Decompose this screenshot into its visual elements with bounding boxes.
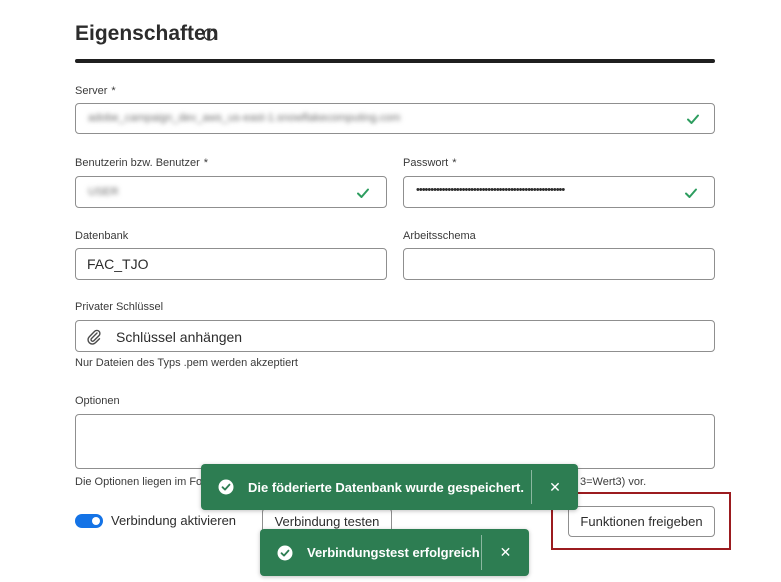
paperclip-icon	[87, 329, 101, 345]
valid-check-icon	[687, 114, 699, 124]
valid-check-icon	[357, 188, 369, 198]
schema-label: Arbeitsschema	[403, 230, 476, 242]
attach-key-label: Schlüssel anhängen	[116, 329, 243, 345]
server-value: adobe_campaign_dev_aws_us-east-1.snowfla…	[88, 112, 401, 124]
password-label: Passwort *	[403, 157, 457, 169]
database-field[interactable]: FAC_TJO	[75, 248, 387, 280]
schema-field[interactable]	[403, 248, 715, 280]
database-value: FAC_TJO	[87, 256, 149, 272]
password-value: ••••••••••••••••••••••••••••••••••••••••…	[416, 184, 565, 196]
close-icon[interactable]: ✕	[482, 529, 529, 576]
private-key-label: Privater Schlüssel	[75, 301, 164, 313]
toast-saved: Die föderierte Datenbank wurde gespeiche…	[201, 464, 578, 510]
header-divider	[75, 59, 715, 63]
private-key-hint: Nur Dateien des Typs .pem werden akzepti…	[75, 357, 298, 369]
close-icon[interactable]: ✕	[532, 464, 578, 510]
enable-connection-toggle[interactable]	[75, 514, 103, 528]
check-circle-icon	[277, 545, 293, 560]
enable-functions-button[interactable]: Funktionen freigeben	[568, 506, 715, 537]
check-circle-icon	[218, 479, 234, 495]
info-icon[interactable]	[203, 28, 216, 41]
server-label: Server *	[75, 85, 116, 97]
attach-key-button[interactable]: Schlüssel anhängen	[75, 320, 715, 352]
user-label: Benutzerin bzw. Benutzer *	[75, 157, 209, 169]
server-field[interactable]: adobe_campaign_dev_aws_us-east-1.snowfla…	[75, 103, 715, 134]
database-label: Datenbank	[75, 230, 129, 242]
toast-saved-message: Die föderierte Datenbank wurde gespeiche…	[248, 479, 524, 495]
valid-check-icon	[685, 188, 697, 198]
options-textarea[interactable]	[75, 414, 715, 469]
options-hint-end: 3=Wert3) vor.	[580, 476, 647, 488]
toast-test-success: Verbindungstest erfolgreich ✕	[260, 529, 529, 576]
password-field[interactable]: ••••••••••••••••••••••••••••••••••••••••…	[403, 176, 715, 208]
user-value: USER	[88, 186, 119, 198]
page-title: Eigenschaften	[75, 22, 219, 45]
options-label: Optionen	[75, 395, 120, 407]
options-hint: Die Optionen liegen im Fo	[75, 476, 203, 488]
enable-connection-label: Verbindung aktivieren	[111, 513, 237, 528]
user-field[interactable]: USER	[75, 176, 387, 208]
toast-test-message: Verbindungstest erfolgreich	[307, 545, 480, 560]
